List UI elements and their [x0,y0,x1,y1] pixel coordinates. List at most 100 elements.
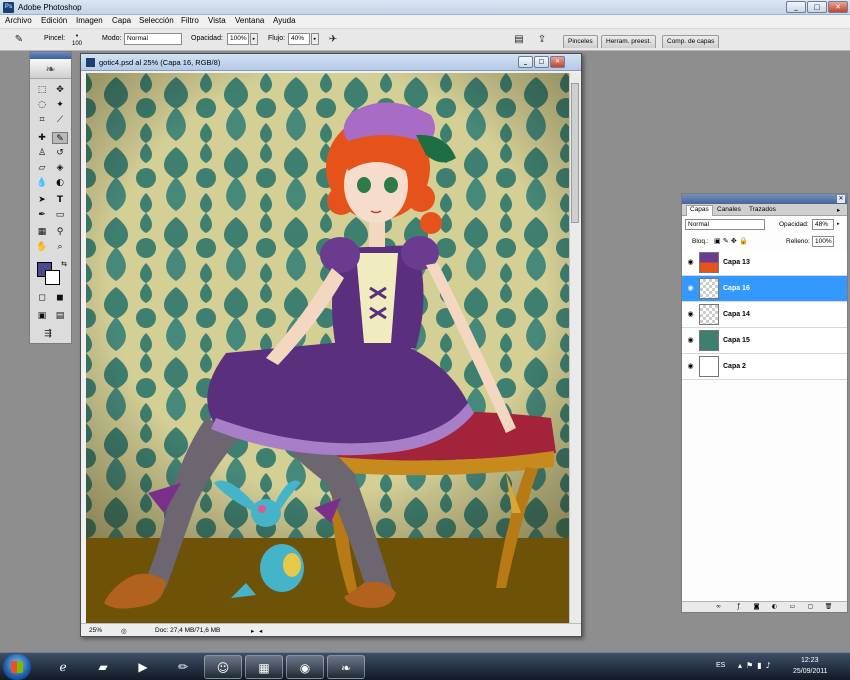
slice-icon[interactable]: ⟋ [52,114,68,126]
menu-ventana[interactable]: Ventana [235,16,264,25]
tab-herram-preest[interactable]: Herram. preest. [601,35,657,48]
menu-ayuda[interactable]: Ayuda [273,16,296,25]
flow-field[interactable]: 40% [288,33,310,45]
visibility-eye-icon[interactable]: ◉ [686,258,695,267]
layers-panel-close-button[interactable]: ✕ [837,195,845,203]
type-icon[interactable]: T [52,194,68,206]
new-layer-icon[interactable]: ▢ [806,603,815,611]
lasso-icon[interactable]: ◌ [34,99,50,111]
fill-field[interactable]: 100% [812,236,834,247]
close-button[interactable]: ✕ [828,1,848,13]
notes-icon[interactable]: ▦ [34,226,50,238]
layer-row-capa-13[interactable]: ◉ Capa 13 [682,250,847,276]
status-arrow-icon[interactable]: ▸ [251,627,254,635]
eraser-icon[interactable]: ▱ [34,162,50,174]
tools-panel-header[interactable] [30,52,71,59]
document-canvas[interactable] [86,73,569,623]
maximize-button[interactable]: □ [807,1,827,13]
dodge-icon[interactable]: ◐ [52,177,68,189]
brush-tool-icon[interactable]: ✎ [12,33,26,47]
panel-menu-icon[interactable]: ▸ [837,206,840,214]
doc-maximize-button[interactable]: □ [534,56,549,68]
minimize-button[interactable]: _ [786,1,806,13]
pen-icon[interactable]: ✒ [34,209,50,221]
visibility-eye-icon[interactable]: ◉ [686,284,695,293]
start-button[interactable] [3,654,31,680]
bridge-icon[interactable]: ⇪ [535,33,549,47]
menu-archivo[interactable]: Archivo [5,16,32,25]
lock-icons[interactable]: ▣ ✎ ✥ 🔒 [714,237,748,245]
layers-panel-header[interactable]: ✕ [682,194,847,204]
healing-icon[interactable]: ✚ [34,132,50,144]
photoshop-feather-icon[interactable]: ❧ [327,655,365,679]
messenger-icon[interactable]: ☺ [204,655,242,679]
clock-time[interactable]: 12:23 [801,657,819,664]
standard-mode-icon[interactable]: ◻ [34,292,50,304]
paint-icon[interactable]: ✏ [164,655,202,679]
menu-vista[interactable]: Vista [208,16,226,25]
shape-icon[interactable]: ▭ [52,209,68,221]
eyedropper-icon[interactable]: ⚲ [52,226,68,238]
tab-pinceles[interactable]: Pinceles [563,35,598,48]
scrollbar-thumb[interactable] [571,83,579,223]
blend-mode-select[interactable]: Normal [685,219,765,230]
clapper-icon[interactable]: ▦ [245,655,283,679]
clone-stamp-icon[interactable]: ♙ [34,147,50,159]
tab-comp-capas[interactable]: Comp. de capas [662,35,720,48]
scroll-left-icon[interactable]: ◂ [259,627,262,635]
clock-date[interactable]: 25/09/2011 [793,668,828,675]
doc-close-button[interactable]: ✕ [550,56,565,68]
layer-opacity-field[interactable]: 48% [812,219,834,230]
menu-filtro[interactable]: Filtro [181,16,199,25]
layer-opacity-slider-icon[interactable]: ▸ [837,221,840,227]
mode-select[interactable]: Normal [124,33,182,45]
quick-mask-icon[interactable]: ◼ [52,292,68,304]
screen-mode-icon[interactable]: ▣ [34,310,50,322]
blur-icon[interactable]: 💧 [34,177,50,189]
path-select-icon[interactable]: ➤ [34,194,50,206]
paint-bucket-icon[interactable]: ◈ [52,162,68,174]
move-icon[interactable]: ✥ [52,84,68,96]
adjustment-layer-icon[interactable]: ◐ [770,603,779,611]
crop-icon[interactable]: ⌗ [34,114,50,126]
new-group-icon[interactable]: ▭ [788,603,797,611]
brush-icon[interactable]: ✎ [52,132,68,144]
history-brush-icon[interactable]: ↺ [52,147,68,159]
internet-explorer-icon[interactable]: ℯ [44,655,82,679]
menu-capa[interactable]: Capa [112,16,131,25]
hand-icon[interactable]: ✋ [34,241,50,253]
tab-capas[interactable]: Capas [686,205,713,216]
marquee-icon[interactable]: ⬚ [34,84,50,96]
chrome-icon[interactable]: ◉ [286,655,324,679]
visibility-eye-icon[interactable]: ◉ [686,310,695,319]
link-layers-icon[interactable]: ∞ [714,603,723,611]
language-indicator[interactable]: ES [716,662,725,669]
tray-icons[interactable]: ▴⚑▮♪ [738,661,775,670]
media-player-icon[interactable]: ▶ [124,655,162,679]
tab-trazados[interactable]: Trazados [749,206,776,213]
menu-edicion[interactable]: Edición [41,16,67,25]
jump-to-imageready-icon[interactable]: ⇶ [40,328,56,340]
doc-minimize-button[interactable]: _ [518,56,533,68]
opacity-field[interactable]: 100% [227,33,249,45]
vertical-scrollbar[interactable] [569,73,580,623]
layer-mask-icon[interactable]: ◙ [752,603,761,611]
palette-well-icon[interactable]: ▤ [512,33,526,47]
airbrush-icon[interactable]: ✈ [326,33,340,47]
layer-row-capa-14[interactable]: ◉ Capa 14 [682,302,847,328]
flow-slider-button[interactable]: ▸ [311,33,319,45]
tab-canales[interactable]: Canales [717,206,741,213]
status-info-icon[interactable]: ◎ [121,627,127,635]
visibility-eye-icon[interactable]: ◉ [686,336,695,345]
layer-style-icon[interactable]: ƒ [734,603,743,611]
full-screen-mode-icon[interactable]: ▤ [52,310,68,322]
visibility-eye-icon[interactable]: ◉ [686,362,695,371]
menu-seleccion[interactable]: Selección [139,16,174,25]
opacity-slider-button[interactable]: ▸ [250,33,258,45]
zoom-icon[interactable]: ⌕ [52,241,68,253]
layer-row-capa-15[interactable]: ◉ Capa 15 [682,328,847,354]
swap-colors-icon[interactable]: ⇆ [56,258,72,270]
explorer-folder-icon[interactable]: ▰ [84,655,122,679]
menu-imagen[interactable]: Imagen [76,16,103,25]
layer-row-capa-16[interactable]: ◉ Capa 16 [682,276,847,302]
